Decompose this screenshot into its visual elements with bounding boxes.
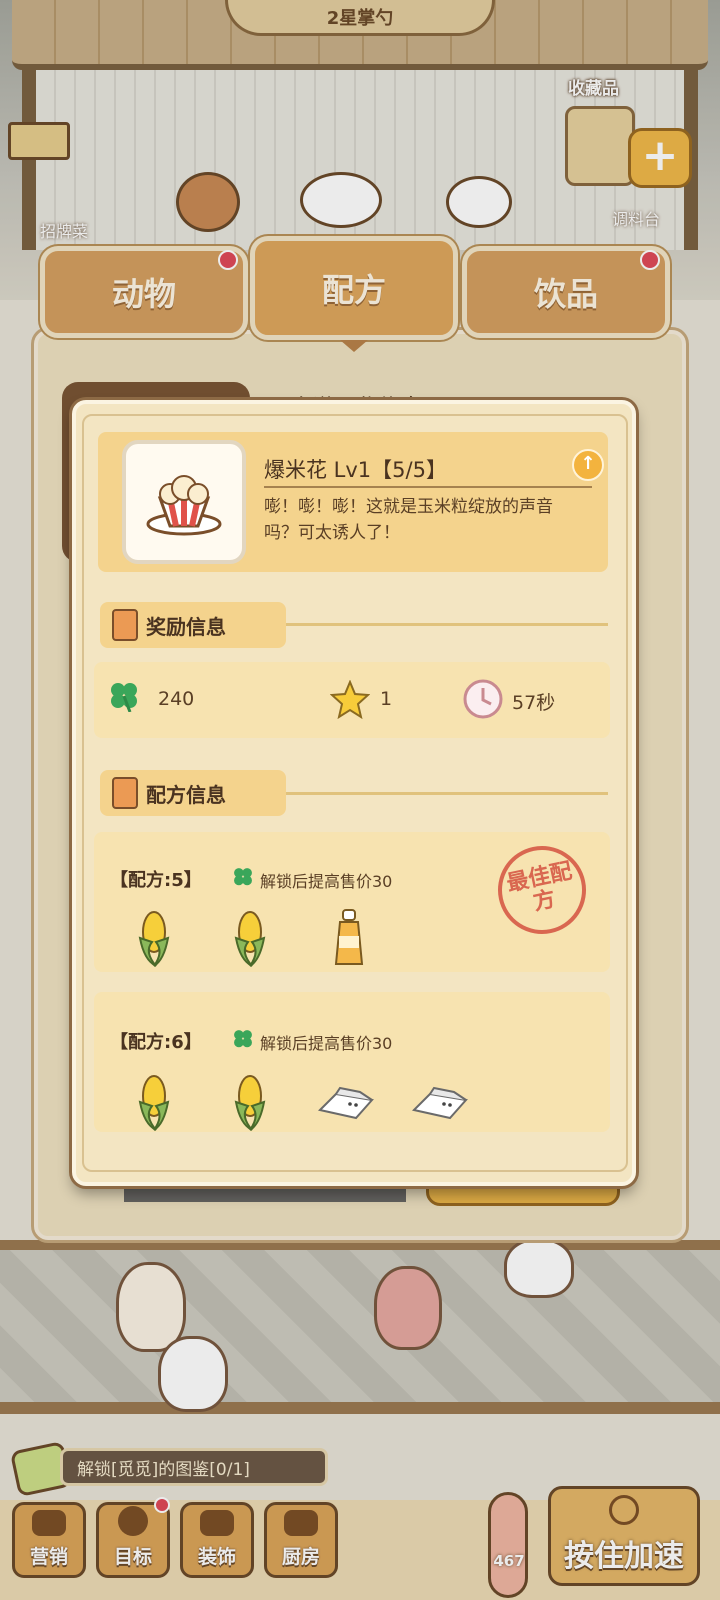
- recipe-name: 爆米花 Lv1【5/5】: [264, 458, 447, 482]
- recipe-option-title: 【配方:6】: [110, 1032, 202, 1053]
- popcorn-icon: [146, 475, 222, 536]
- butter-icon: [318, 1086, 374, 1120]
- clover-icon: [111, 683, 137, 712]
- clover-reward-value: 240: [158, 688, 195, 710]
- clipboard-icon: [112, 609, 138, 641]
- recipe-option-bonus: 解锁后提高售价30: [260, 1034, 393, 1053]
- section-title-text: 奖励信息: [146, 614, 226, 639]
- corn-icon: [138, 1075, 170, 1131]
- star-reward-value: 1: [380, 688, 393, 710]
- recipe-description: 嘭！嘭！嘭！这就是玉米粒绽放的声音吗？可太诱人了！: [264, 497, 553, 543]
- corn-icon: [138, 911, 170, 967]
- recipe-option-title: 【配方:5】: [110, 870, 202, 891]
- recipe-option-bonus: 解锁后提高售价30: [260, 872, 393, 891]
- corn-icon: [234, 911, 266, 967]
- divider: [286, 623, 608, 626]
- star-icon: [330, 680, 370, 720]
- corn-icon: [234, 1075, 266, 1131]
- clipboard-icon: [112, 777, 138, 809]
- clover-icon: [234, 1030, 252, 1048]
- clover-icon: [234, 868, 252, 886]
- arrow-up-icon[interactable]: ↑: [572, 449, 604, 481]
- oil-bottle-icon: [334, 909, 364, 965]
- section-title-text: 配方信息: [146, 782, 226, 807]
- popcorn-image: [122, 440, 246, 564]
- divider: [286, 792, 608, 795]
- time-reward-value: 57秒: [512, 692, 556, 714]
- divider: [264, 486, 592, 488]
- clock-icon: [463, 679, 503, 719]
- butter-icon: [412, 1086, 468, 1120]
